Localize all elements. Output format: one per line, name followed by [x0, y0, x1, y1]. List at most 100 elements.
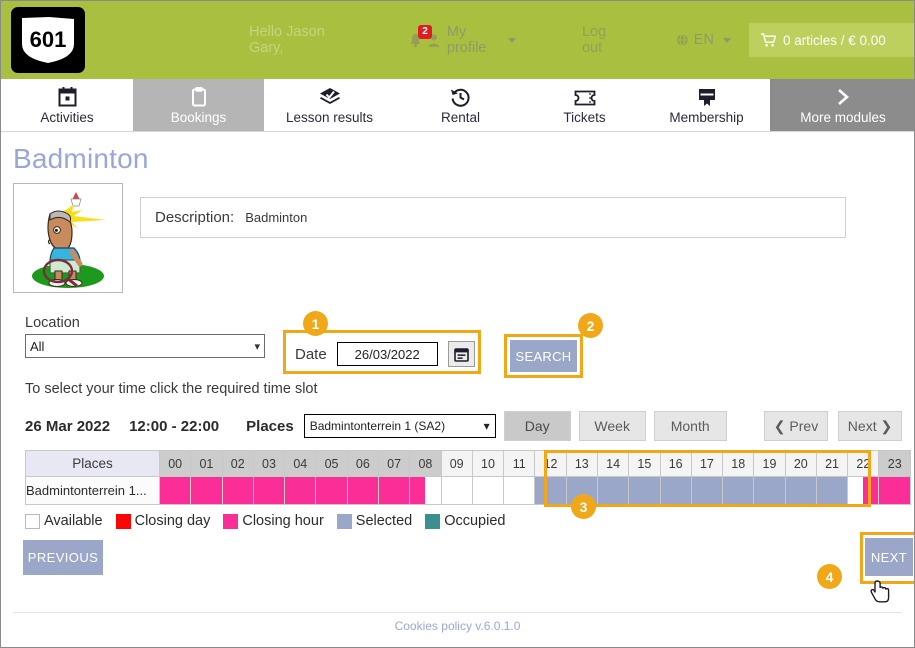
footer-text: Cookies policy v.6.0.1.0	[1, 619, 914, 633]
time-slot-half-second[interactable]	[801, 477, 816, 504]
time-slot-half-first[interactable]	[754, 477, 769, 504]
grid-hour-header: 20	[785, 451, 816, 477]
time-slot-02[interactable]	[222, 477, 253, 505]
time-slot-07[interactable]	[378, 477, 409, 505]
time-slot-half-second[interactable]	[676, 477, 691, 504]
search-button[interactable]: SEARCH	[510, 340, 577, 372]
time-slot-half-second[interactable]	[332, 477, 347, 504]
time-slot-half-first[interactable]	[879, 477, 894, 504]
time-slot-half-second[interactable]	[175, 477, 190, 504]
time-slot-half-second[interactable]	[895, 477, 910, 504]
time-slot-half-first[interactable]	[379, 477, 394, 504]
time-slot-16[interactable]	[660, 477, 691, 505]
callout-badge-2: 2	[578, 313, 603, 338]
time-slot-half-first[interactable]	[848, 477, 863, 504]
time-slot-18[interactable]	[723, 477, 754, 505]
time-slot-half-second[interactable]	[551, 477, 566, 504]
time-slot-11[interactable]	[504, 477, 535, 505]
time-slot-21[interactable]	[816, 477, 847, 505]
time-slot-half-second[interactable]	[488, 477, 503, 504]
date-picker-button[interactable]	[448, 341, 475, 367]
nav-tab-rental[interactable]: Rental	[395, 79, 526, 131]
time-slot-15[interactable]	[629, 477, 660, 505]
places-select[interactable]: Badmintonterrein 1 (SA2) ▾	[304, 414, 496, 438]
time-slot-half-first[interactable]	[348, 477, 363, 504]
time-slot-03[interactable]	[253, 477, 284, 505]
time-slot-17[interactable]	[691, 477, 722, 505]
time-slot-half-first[interactable]	[535, 477, 550, 504]
time-slot-grid: Places 000102030405060708091011121314151…	[25, 450, 911, 505]
legend-swatch	[223, 514, 238, 529]
time-slot-half-second[interactable]	[394, 477, 409, 504]
logout-link[interactable]: Log out	[582, 24, 626, 56]
time-slot-half-second[interactable]	[769, 477, 784, 504]
time-slot-14[interactable]	[597, 477, 628, 505]
time-slot-half-first[interactable]	[285, 477, 300, 504]
time-slot-half-first[interactable]	[316, 477, 331, 504]
time-slot-half-first[interactable]	[692, 477, 707, 504]
time-slot-half-second[interactable]	[832, 477, 847, 504]
time-slot-22[interactable]	[848, 477, 879, 505]
time-slot-half-first[interactable]	[223, 477, 238, 504]
nav-tab-membership[interactable]: Membership	[643, 79, 770, 131]
prev-period-button[interactable]: ❮ Prev	[764, 411, 828, 441]
time-slot-10[interactable]	[472, 477, 503, 505]
nav-tab-bookings[interactable]: Bookings	[133, 79, 264, 131]
view-button-day[interactable]: Day	[504, 411, 571, 441]
nav-tab-lesson-results[interactable]: Lesson results	[264, 79, 395, 131]
time-slot-half-second[interactable]	[644, 477, 659, 504]
time-slot-half-second[interactable]	[457, 477, 472, 504]
time-slot-half-second[interactable]	[863, 477, 878, 504]
time-slot-04[interactable]	[285, 477, 316, 505]
time-slot-05[interactable]	[316, 477, 347, 505]
time-slot-19[interactable]	[754, 477, 785, 505]
time-slot-half-first[interactable]	[817, 477, 832, 504]
date-input[interactable]: 26/03/2022	[337, 342, 438, 366]
time-slot-01[interactable]	[191, 477, 222, 505]
nav-tab-tickets[interactable]: Tickets	[526, 79, 643, 131]
time-slot-09[interactable]	[441, 477, 472, 505]
time-slot-half-first[interactable]	[254, 477, 269, 504]
time-slot-half-second[interactable]	[363, 477, 378, 504]
nav-more-modules[interactable]: More modules	[770, 79, 915, 131]
time-slot-20[interactable]	[785, 477, 816, 505]
my-profile-menu[interactable]: My profile	[447, 24, 516, 56]
time-slot-half-first[interactable]	[723, 477, 738, 504]
time-slot-00[interactable]	[160, 477, 191, 505]
time-slot-half-first[interactable]	[191, 477, 206, 504]
time-slot-half-first[interactable]	[504, 477, 519, 504]
time-slot-23[interactable]	[879, 477, 911, 505]
previous-button[interactable]: PREVIOUS	[23, 540, 103, 575]
time-slot-half-second[interactable]	[519, 477, 534, 504]
location-select[interactable]: All ▾	[25, 334, 265, 358]
nav-tab-activities[interactable]: Activities	[1, 79, 133, 131]
time-slot-half-second[interactable]	[613, 477, 628, 504]
time-slot-half-first[interactable]	[598, 477, 613, 504]
time-slot-08[interactable]	[410, 477, 441, 505]
view-button-week[interactable]: Week	[579, 411, 646, 441]
time-slot-half-first[interactable]	[473, 477, 488, 504]
time-slot-half-first[interactable]	[442, 477, 457, 504]
next-button[interactable]: NEXT	[865, 538, 913, 576]
time-slot-half-first[interactable]	[786, 477, 801, 504]
cart-button[interactable]: 0 articles / € 0.00	[749, 23, 914, 57]
view-button-month[interactable]: Month	[654, 411, 727, 441]
time-slot-half-first[interactable]	[629, 477, 644, 504]
time-slot-half-first[interactable]	[160, 477, 175, 504]
language-selector[interactable]: EN	[694, 32, 731, 48]
site-logo[interactable]: 601	[11, 7, 85, 73]
time-slot-half-second[interactable]	[425, 477, 440, 504]
time-slot-half-second[interactable]	[707, 477, 722, 504]
app-window: 601 Hello Jason Gary, 2 My profile Log o…	[0, 0, 915, 648]
time-slot-half-first[interactable]	[410, 477, 425, 504]
time-slot-half-second[interactable]	[269, 477, 284, 504]
next-period-button[interactable]: Next ❯	[838, 411, 902, 441]
time-slot-half-second[interactable]	[300, 477, 315, 504]
time-slot-half-second[interactable]	[738, 477, 753, 504]
time-slot-half-first[interactable]	[661, 477, 676, 504]
notifications-button[interactable]: 2	[409, 33, 422, 48]
time-slot-06[interactable]	[347, 477, 378, 505]
time-slot-half-second[interactable]	[238, 477, 253, 504]
time-slot-half-second[interactable]	[206, 477, 221, 504]
time-slot-12[interactable]	[535, 477, 566, 505]
